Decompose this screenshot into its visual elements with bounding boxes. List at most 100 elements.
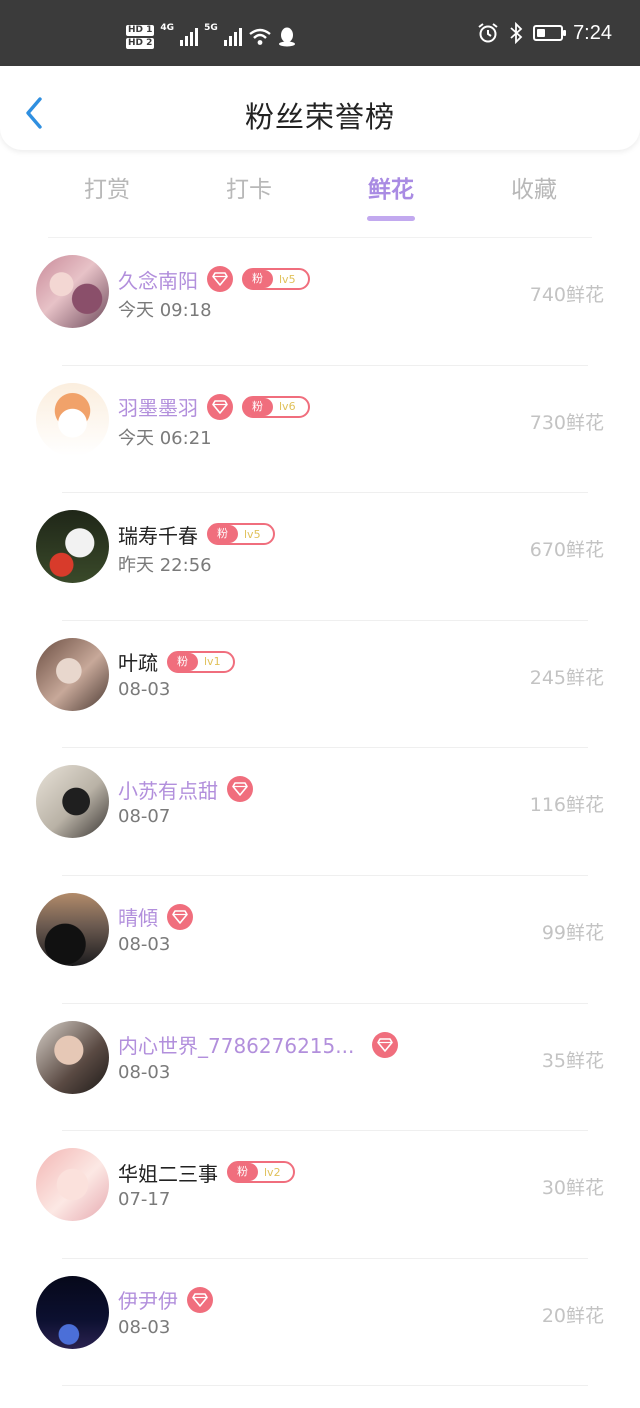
avatar[interactable] <box>36 1020 109 1094</box>
list-item[interactable]: 瑞寿千春粉 lv5 昨天 22:56 670鲜花 <box>0 493 640 621</box>
tab-daka[interactable]: 打卡 <box>204 170 294 204</box>
sim1-hd-label: HD 1 <box>126 25 155 36</box>
flower-amount: 99鲜花 <box>541 921 604 944</box>
vip-diamond-badge <box>167 903 193 930</box>
tab-label: 鲜花 <box>368 177 414 203</box>
name-line: 瑞寿千春粉 lv5 <box>118 519 275 549</box>
avatar[interactable] <box>36 637 109 711</box>
avatar[interactable] <box>36 1148 109 1222</box>
gift-time: 08-03 <box>118 1316 171 1338</box>
fan-name[interactable]: 叶疏 <box>118 647 158 676</box>
flower-amount: 245鲜花 <box>529 666 604 689</box>
list-item[interactable]: 伊尹伊 08-03 20鲜花 <box>0 1259 640 1387</box>
tab-dashang[interactable]: 打赏 <box>62 170 152 204</box>
fan-level-badge: 粉 lv2 <box>227 1161 295 1184</box>
name-line: 晴傾 <box>118 902 193 932</box>
gift-time: 08-03 <box>118 678 171 700</box>
vip-diamond-badge <box>207 266 233 292</box>
tab-xianhua[interactable]: 鲜花 <box>346 170 436 221</box>
fan-name[interactable]: 久念南阳 <box>118 265 198 294</box>
flower-amount: 20鲜花 <box>541 1304 604 1327</box>
tab-label: 收藏 <box>511 177 557 203</box>
fan-tag: 粉 <box>244 270 273 288</box>
diamond-icon <box>192 1292 208 1307</box>
diamond-icon <box>212 272 228 286</box>
flower-amount: 670鲜花 <box>529 539 604 562</box>
flower-amount: 740鲜花 <box>529 284 604 306</box>
fan-level-badge: 粉 lv1 <box>167 650 235 673</box>
vip-diamond-badge <box>227 776 253 803</box>
tab-active-indicator <box>367 216 415 221</box>
row-divider <box>62 1385 588 1387</box>
gift-time: 昨天 22:56 <box>118 555 212 577</box>
diamond-icon <box>172 910 188 924</box>
name-line: 内心世界_7786276215... <box>118 1030 399 1060</box>
list-item[interactable]: 内心世界_7786276215... 08-03 35鲜花 <box>0 1004 640 1132</box>
fan-name[interactable]: 晴傾 <box>118 902 158 931</box>
fan-level-badge: 粉 lv5 <box>207 523 275 546</box>
vip-diamond-badge <box>207 393 233 420</box>
diamond-icon <box>212 399 228 414</box>
signal-icon <box>180 28 199 46</box>
bluetooth-icon <box>510 22 523 44</box>
name-line: 华姐二三事粉 lv2 <box>118 1157 295 1187</box>
status-right: 7:24 <box>477 16 612 50</box>
fan-tag: 粉 <box>169 652 198 671</box>
list-item[interactable]: 晴傾 08-03 99鲜花 <box>0 876 640 1004</box>
flower-amount: 30鲜花 <box>541 1177 604 1200</box>
fan-name[interactable]: 小苏有点甜 <box>118 775 218 804</box>
name-line: 伊尹伊 <box>118 1285 213 1315</box>
list-item[interactable]: 叶疏粉 lv1 08-03 245鲜花 <box>0 621 640 749</box>
tab-shoucang[interactable]: 收藏 <box>489 170 579 204</box>
signal-icon <box>223 28 242 46</box>
list-item[interactable]: 华姐二三事粉 lv2 07-17 30鲜花 <box>0 1131 640 1259</box>
fan-ranking-list: 久念南阳粉 lv5 今天 09:18 740鲜花 羽墨墨羽粉 lv6 今天 06:21 730… <box>0 238 640 1387</box>
avatar[interactable] <box>36 382 109 456</box>
battery-level-fill <box>537 29 546 37</box>
fan-level-badge: 粉 lv6 <box>242 395 310 418</box>
fan-name[interactable]: 内心世界_7786276215... <box>118 1030 354 1059</box>
network-5g-label: 5G <box>204 23 218 33</box>
diamond-icon <box>232 782 248 797</box>
gift-time: 今天 09:18 <box>118 300 212 321</box>
gift-time: 今天 06:21 <box>118 427 212 449</box>
sim-indicators: HD 1 HD 2 <box>126 25 155 49</box>
flower-amount: 116鲜花 <box>529 794 604 817</box>
fan-tag: 粉 <box>229 1163 258 1182</box>
flower-amount: 35鲜花 <box>541 1049 604 1072</box>
sim2-hd-label: HD 2 <box>126 38 155 49</box>
app-header: 粉丝荣誉榜 <box>0 66 640 150</box>
list-item[interactable]: 久念南阳 粉 lv5 今天 09:18 740鲜花 <box>0 238 640 366</box>
tab-label: 打赏 <box>84 177 130 203</box>
fan-level: lv5 <box>244 527 261 541</box>
avatar[interactable] <box>36 255 109 328</box>
vip-diamond-badge <box>187 1286 213 1313</box>
vip-diamond-badge <box>372 1031 399 1058</box>
fan-level: lv1 <box>204 655 221 669</box>
fan-name[interactable]: 华姐二三事 <box>118 1158 218 1187</box>
name-line: 久念南阳 粉 lv5 <box>118 264 310 294</box>
gift-time: 08-07 <box>118 806 171 828</box>
fan-name[interactable]: 伊尹伊 <box>118 1285 178 1314</box>
name-line: 叶疏粉 lv1 <box>118 647 235 677</box>
network-4g-label: 4G <box>160 23 175 33</box>
avatar[interactable] <box>36 765 109 839</box>
fan-name[interactable]: 瑞寿千春 <box>118 520 198 549</box>
list-item[interactable]: 羽墨墨羽 粉 lv6 今天 06:21 730鲜花 <box>0 366 640 494</box>
tab-bar: 打赏 打卡 鲜花 收藏 <box>0 160 640 221</box>
fan-level-badge: 粉 lv5 <box>242 268 310 290</box>
list-item[interactable]: 小苏有点甜 08-07 116鲜花 <box>0 748 640 876</box>
avatar[interactable] <box>36 1275 109 1349</box>
status-left: HD 1 HD 2 4G 5G <box>126 20 296 54</box>
fan-tag: 粉 <box>209 525 238 544</box>
wifi-icon <box>248 28 271 45</box>
fan-level: lv6 <box>279 400 296 414</box>
avatar[interactable] <box>36 510 109 584</box>
gift-time: 08-03 <box>118 933 171 955</box>
name-line: 小苏有点甜 <box>118 774 253 804</box>
page-title: 粉丝荣誉榜 <box>244 100 395 134</box>
alarm-icon <box>478 23 498 43</box>
avatar[interactable] <box>36 892 109 966</box>
tab-label: 打卡 <box>226 177 272 203</box>
fan-name[interactable]: 羽墨墨羽 <box>118 392 198 421</box>
